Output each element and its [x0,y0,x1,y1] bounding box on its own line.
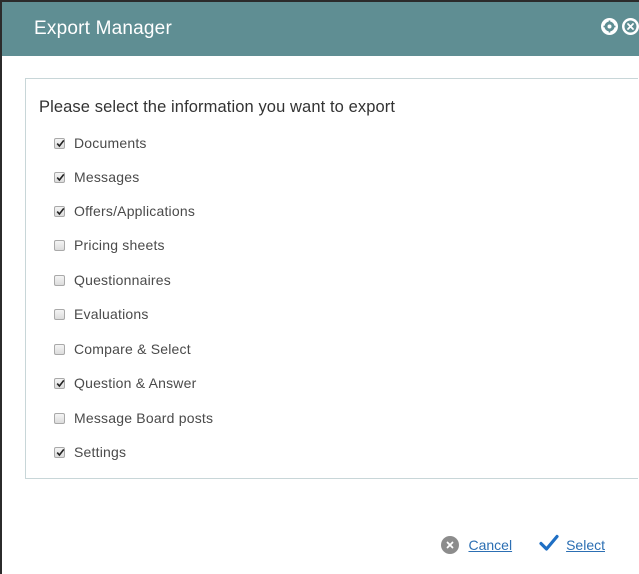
checkbox[interactable] [54,137,65,149]
option-documents[interactable]: Documents [54,134,147,152]
checkbox[interactable] [54,308,65,320]
cancel-label[interactable]: Cancel [468,537,512,553]
option-compare-select[interactable]: Compare & Select [54,340,191,358]
settings-gear-icon[interactable] [601,18,618,35]
option-question-answer[interactable]: Question & Answer [54,374,196,392]
option-label: Questionnaires [74,272,171,288]
export-options-panel: Please select the information you want t… [25,78,638,479]
checkbox[interactable] [54,274,65,286]
option-offers-applications[interactable]: Offers/Applications [54,202,195,220]
cancel-icon [441,536,460,554]
checkbox[interactable] [54,446,65,458]
option-label: Documents [74,135,147,151]
option-label: Pricing sheets [74,237,165,253]
option-label: Compare & Select [74,341,191,357]
select-button[interactable]: Select [512,534,605,556]
option-label: Messages [74,169,140,185]
checkmark-icon [539,534,559,556]
select-label[interactable]: Select [566,537,605,553]
cancel-button[interactable]: Cancel [441,536,512,554]
option-settings[interactable]: Settings [54,443,126,461]
option-label: Message Board posts [74,410,214,426]
option-label: Evaluations [74,306,149,322]
checkbox[interactable] [54,205,65,217]
option-label: Offers/Applications [74,203,196,219]
checkbox[interactable] [54,239,65,251]
export-manager-dialog: Export Manager Please select the informa… [0,0,639,574]
checkbox[interactable] [54,412,65,424]
dialog-footer: Cancel Select [441,534,605,556]
dialog-titlebar[interactable]: Export Manager [2,2,639,56]
checkbox[interactable] [54,343,65,355]
option-label: Settings [74,444,127,460]
option-evaluations[interactable]: Evaluations [54,305,149,323]
prompt-text: Please select the information you want t… [39,98,396,116]
option-messages[interactable]: Messages [54,168,139,186]
option-pricing-sheets[interactable]: Pricing sheets [54,236,165,254]
option-message-board-posts[interactable]: Message Board posts [54,409,213,427]
close-icon[interactable] [622,18,639,35]
option-questionnaires[interactable]: Questionnaires [54,271,171,289]
titlebar-icons [601,18,639,35]
option-label: Question & Answer [74,375,197,391]
dialog-title: Export Manager [34,18,172,39]
checkbox[interactable] [54,377,65,389]
checkbox[interactable] [54,171,65,183]
